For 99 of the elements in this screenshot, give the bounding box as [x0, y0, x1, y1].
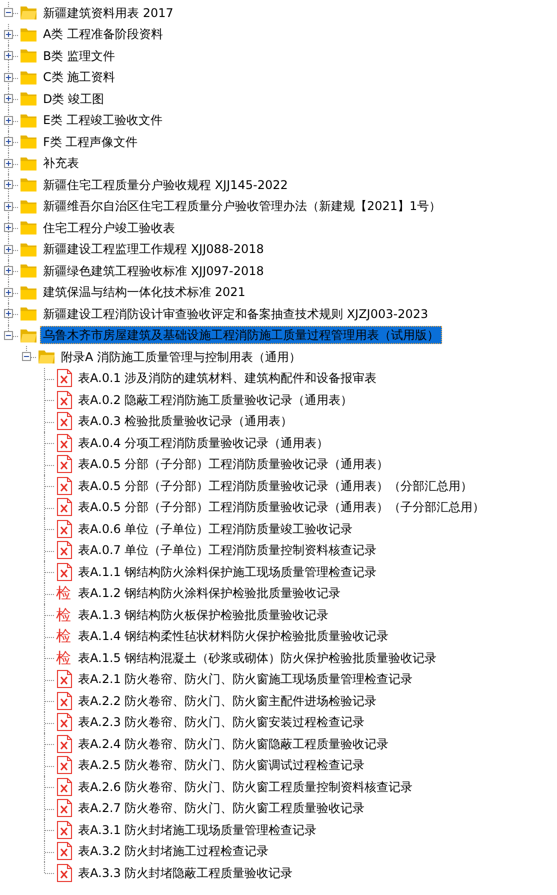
tree-item[interactable]: 表A.0.3 检验批质量验收记录（通用表）	[75, 412, 296, 430]
tree-item[interactable]: D类 竣工图	[40, 90, 108, 108]
tree-item[interactable]: 表A.0.4 分项工程消防质量验收记录（通用表）	[75, 434, 332, 452]
spreadsheet-icon	[57, 670, 72, 688]
tree-item[interactable]: 建筑保温与结构一体化技术标准 2021	[40, 283, 248, 302]
spreadsheet-icon	[57, 498, 72, 516]
tree-item[interactable]: 表A.3.2 防火封堵施工过程检查记录	[75, 842, 272, 860]
tree-item[interactable]: 表A.0.5 分部（子分部）工程消防质量验收记录（通用表）（分部汇总用）	[75, 476, 476, 495]
tree-item[interactable]: F类 工程声像文件	[40, 132, 141, 151]
tree-item[interactable]: 表A.1.1 钢结构防火涂料保护施工现场质量管理检查记录	[75, 562, 380, 581]
tree-item[interactable]: B类 监理文件	[40, 46, 118, 65]
spreadsheet-icon	[57, 455, 72, 474]
tree-item[interactable]: 表A.0.1 涉及消防的建筑材料、建筑构配件和设备报审表	[75, 369, 380, 388]
tree-item[interactable]: 表A.1.2 钢结构防火涂料保护检验批质量验收记录	[75, 584, 344, 602]
expand-button[interactable]	[4, 94, 13, 103]
collapse-button[interactable]	[4, 330, 13, 340]
folder-icon	[20, 198, 37, 214]
tree-item[interactable]: 新疆建设工程消防设计审查验收评定和备案抽查技术规则 XJZJ003-2023	[40, 304, 432, 323]
tree-item[interactable]: 新疆维吾尔自治区住宅工程质量分户验收管理办法（新建规【2021】1号）	[40, 197, 444, 216]
tree-item[interactable]: 表A.0.7 单位（子单位）工程消防质量控制资料核查记录	[75, 541, 380, 560]
expand-button[interactable]	[4, 244, 13, 254]
expand-button[interactable]	[4, 158, 13, 168]
inspection-icon: 检	[56, 584, 72, 602]
expand-button[interactable]	[4, 30, 13, 38]
spreadsheet-icon	[57, 734, 72, 753]
folder-icon	[20, 91, 37, 106]
folder-icon	[20, 220, 37, 236]
tree-item[interactable]: 表A.1.3 钢结构防火板保护检验批质量验收记录	[75, 606, 332, 624]
spreadsheet-icon	[57, 434, 72, 452]
tree-item[interactable]: 表A.2.7 防火卷帘、防火门、防火窗工程质量验收记录	[75, 799, 368, 818]
spreadsheet-icon	[57, 778, 72, 796]
spreadsheet-icon	[57, 520, 72, 538]
tree-item[interactable]: 补充表	[40, 154, 82, 172]
expand-button[interactable]	[4, 309, 13, 318]
folder-icon	[20, 284, 37, 300]
inspection-icon: 检	[56, 606, 72, 624]
tree-item[interactable]: 表A.1.5 钢结构混凝土（砂浆或砌体）防火保护检验批质量验收记录	[75, 648, 440, 667]
spreadsheet-icon	[57, 692, 72, 710]
inspection-icon: 检	[56, 627, 72, 646]
tree-item[interactable]: 新疆住宅工程质量分户验收规程 XJJ145-2022	[40, 176, 291, 194]
tree-item[interactable]: 表A.2.2 防火卷帘、防火门、防火窗主配件进场检验记录	[75, 692, 380, 710]
tree-item[interactable]: 表A.0.6 单位（子单位）工程消防质量竣工验收记录	[75, 520, 356, 538]
tree-item[interactable]: 表A.2.6 防火卷帘、防火门、防火窗工程质量控制资料核查记录	[75, 778, 416, 796]
expand-button[interactable]	[4, 223, 13, 232]
expand-button[interactable]	[4, 72, 13, 82]
folder-icon	[20, 242, 37, 257]
tree-item[interactable]: 表A.3.1 防火封堵施工现场质量管理检查记录	[75, 820, 320, 839]
tree-item[interactable]: 表A.2.3 防火卷帘、防火门、防火窗安装过程检查记录	[75, 713, 368, 732]
spreadsheet-icon	[57, 713, 72, 732]
spreadsheet-icon	[57, 562, 72, 581]
tree-item[interactable]: 住宅工程分户竣工验收表	[40, 218, 178, 237]
tree-item[interactable]: 新疆建设工程监理工作规程 XJJ088-2018	[40, 240, 267, 258]
expand-button[interactable]	[4, 137, 13, 146]
tree-item[interactable]: E类 工程竣工验收文件	[40, 111, 166, 130]
tree-item[interactable]: 表A.3.3 防火封堵隐蔽工程质量验收记录	[75, 864, 296, 882]
tree-item[interactable]: 表A.2.4 防火卷帘、防火门、防火窗隐蔽工程质量验收记录	[75, 734, 392, 753]
folder-icon	[20, 112, 37, 128]
spreadsheet-icon	[57, 864, 72, 882]
expand-button[interactable]	[4, 288, 13, 296]
spreadsheet-icon	[57, 390, 72, 409]
spreadsheet-icon	[57, 820, 72, 839]
folder-icon	[20, 263, 37, 278]
tree-item[interactable]: 表A.0.2 隐蔽工程消防施工质量验收记录（通用表）	[75, 390, 356, 409]
folder-icon	[20, 156, 37, 171]
spreadsheet-icon	[57, 412, 72, 430]
tree-item[interactable]: 表A.2.1 防火卷帘、防火门、防火窗施工现场质量管理检查记录	[75, 670, 416, 688]
folder-icon	[38, 349, 55, 364]
tree-item[interactable]: 表A.2.5 防火卷帘、防火门、防火窗调试过程检查记录	[75, 756, 368, 774]
spreadsheet-icon	[57, 369, 72, 388]
tree-item[interactable]: 新疆绿色建筑工程验收标准 XJJ097-2018	[40, 262, 267, 280]
folder-icon	[20, 5, 37, 20]
folder-icon	[20, 306, 37, 322]
folder-icon	[20, 134, 37, 150]
folder-icon	[20, 70, 37, 85]
spreadsheet-icon	[57, 541, 72, 560]
expand-button[interactable]	[4, 180, 13, 189]
expand-button[interactable]	[4, 116, 13, 124]
expand-button[interactable]	[4, 51, 13, 60]
folder-icon	[20, 177, 37, 192]
spreadsheet-icon	[57, 476, 72, 495]
tree-item[interactable]: 表A.0.5 分部（子分部）工程消防质量验收记录（通用表）（子分部汇总用）	[75, 498, 488, 516]
tree-item[interactable]: A类 工程准备阶段资料	[40, 25, 166, 44]
folder-icon	[20, 328, 37, 343]
spreadsheet-icon	[57, 799, 72, 818]
tree-item[interactable]: 附录A 消防施工质量管理与控制用表（通用）	[58, 348, 304, 366]
folder-icon	[20, 26, 37, 42]
expand-button[interactable]	[4, 266, 13, 275]
collapse-button[interactable]	[4, 8, 13, 17]
spreadsheet-icon	[57, 756, 72, 774]
tree-item[interactable]: 表A.0.5 分部（子分部）工程消防质量验收记录（通用表）	[75, 455, 392, 474]
tree-item[interactable]: 新疆建筑资料用表 2017	[40, 4, 176, 22]
tree-item[interactable]: 乌鲁木齐市房屋建筑及基础设施工程消防施工质量过程管理用表（试用版）	[40, 326, 442, 344]
spreadsheet-icon	[57, 842, 72, 860]
collapse-button[interactable]	[22, 352, 31, 361]
inspection-icon: 检	[56, 648, 72, 667]
expand-button[interactable]	[4, 202, 13, 210]
tree-item[interactable]: 表A.1.4 钢结构柔性毡状材料防火保护检验批质量验收记录	[75, 627, 392, 646]
folder-icon	[20, 48, 37, 64]
tree-item[interactable]: C类 施工资料	[40, 68, 118, 86]
